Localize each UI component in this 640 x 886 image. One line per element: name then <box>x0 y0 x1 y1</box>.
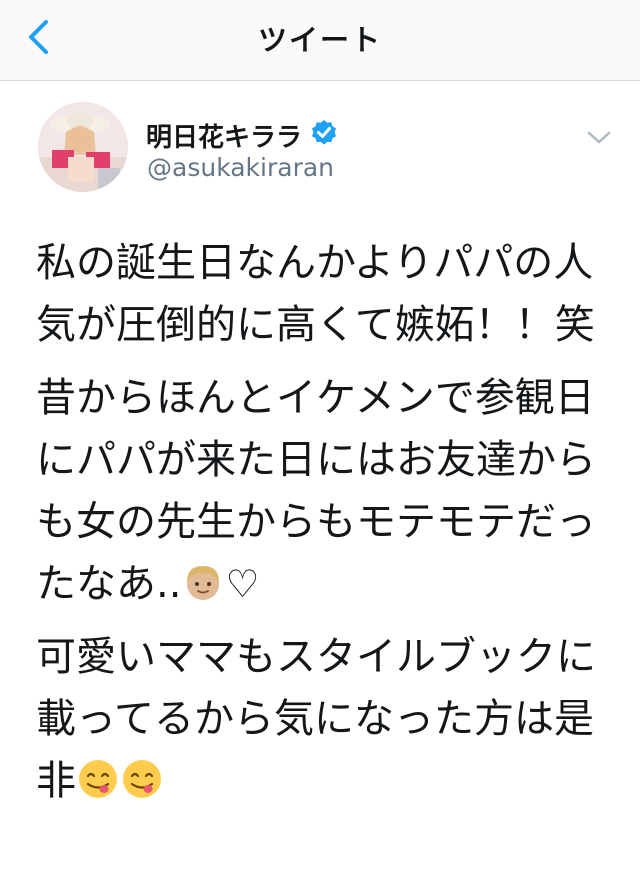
avatar-image <box>38 102 128 192</box>
tweet-paragraph: 私の誕生日なんかよりパパの人気が圧倒的に高くて嫉妬！！笑 <box>36 232 616 356</box>
tweet-text: 私の誕生日なんかよりパパの人気が圧倒的に高くて嫉妬！！笑 昔からほんとイケメンで… <box>36 232 616 823</box>
tweet-header: 明日花キララ @asukakiraran <box>0 81 640 211</box>
tweet-menu-button[interactable] <box>584 125 614 149</box>
display-name[interactable]: 明日花キララ <box>146 117 302 154</box>
tweet-paragraph: 昔からほんとイケメンで参観日にパパが来た日にはお友達からも女の先生からもモテモテ… <box>36 367 616 615</box>
chevron-down-icon <box>587 131 611 144</box>
navigation-bar: ツイート <box>0 0 640 81</box>
face-savoring-food-emoji <box>123 760 161 798</box>
username[interactable]: @asukakiraran <box>147 153 334 182</box>
verified-badge-icon <box>312 120 336 145</box>
heart-symbol: ♡ <box>225 562 260 606</box>
tweet-paragraph-text: 私の誕生日なんかよりパパの人気が圧倒的に高くて嫉妬！！笑 <box>36 240 595 348</box>
face-savoring-food-emoji <box>79 760 117 798</box>
page-title: ツイート <box>257 23 382 57</box>
tweet-paragraph-text: 昔からほんとイケメンで参観日にパパが来た日にはお友達からも女の先生からもモテモテ… <box>36 375 596 607</box>
tweet-paragraph: 可愛いママもスタイルブックに載ってるから気になった方は是非 <box>36 626 616 812</box>
man-blond-emoji <box>187 566 220 600</box>
avatar[interactable] <box>38 102 128 192</box>
